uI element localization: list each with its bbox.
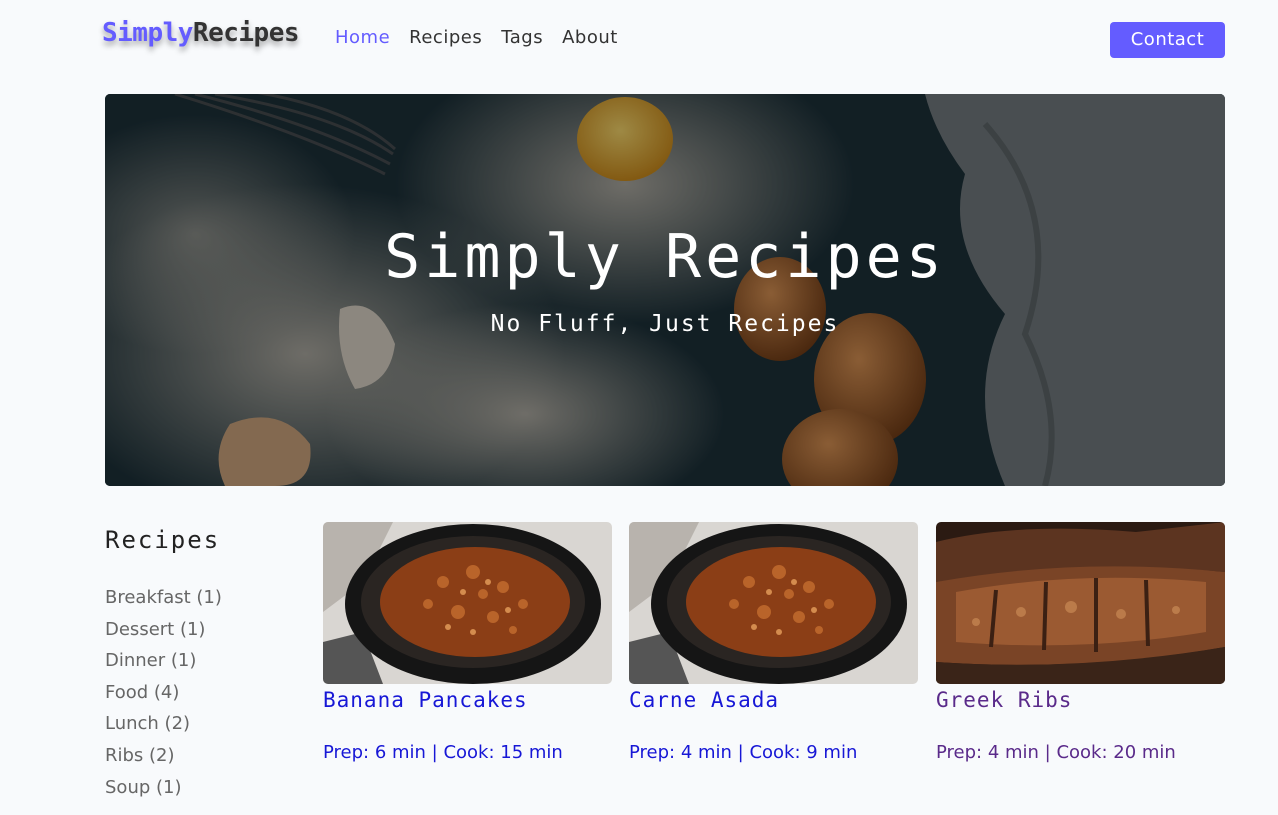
tag-link-ribs[interactable]: Ribs (2) [105,745,295,777]
tags-sidebar: Recipes Breakfast (1) Dessert (1) Dinner… [105,522,295,808]
recipe-title: Greek Ribs [936,688,1073,712]
recipe-image-pan [629,522,918,684]
site-logo[interactable]: SimplyRecipes [102,18,300,48]
contact-button[interactable]: Contact [1110,22,1225,58]
recipe-card-greek-ribs[interactable]: Greek Ribs Prep: 4 min | Cook: 20 min [936,522,1225,763]
tag-list: Breakfast (1) Dessert (1) Dinner (1) Foo… [105,587,295,808]
tag-link-dinner[interactable]: Dinner (1) [105,650,295,682]
logo-part-simply: Simply [102,18,193,48]
recipe-title: Banana Pancakes [323,688,528,712]
navbar: SimplyRecipes Home Recipes Tags About Co… [0,0,1278,78]
logo-part-recipes: Recipes [192,18,300,48]
recipe-card-carne-asada[interactable]: Carne Asada Prep: 4 min | Cook: 9 min [629,522,918,763]
nav-links: Home Recipes Tags About [335,27,618,48]
nav-link-about[interactable]: About [562,27,618,48]
hero-subtitle: No Fluff, Just Recipes [490,311,840,337]
tag-link-food[interactable]: Food (4) [105,682,295,714]
recipe-image-ribs [936,522,1225,684]
hero-banner: Simply Recipes No Fluff, Just Recipes [105,94,1225,486]
tag-link-lunch[interactable]: Lunch (2) [105,713,295,745]
hero-title: Simply Recipes [384,222,946,292]
nav-link-home[interactable]: Home [335,27,390,48]
recipe-time: Prep: 4 min | Cook: 9 min [629,742,858,763]
recipe-card-banana-pancakes[interactable]: Banana Pancakes Prep: 6 min | Cook: 15 m… [323,522,612,763]
tag-link-breakfast[interactable]: Breakfast (1) [105,587,295,619]
nav-link-tags[interactable]: Tags [501,27,543,48]
nav-link-recipes[interactable]: Recipes [409,27,482,48]
recipe-time: Prep: 4 min | Cook: 20 min [936,742,1176,763]
sidebar-title: Recipes [105,526,221,554]
hero-text: Simply Recipes No Fluff, Just Recipes [105,94,1225,486]
recipe-time: Prep: 6 min | Cook: 15 min [323,742,563,763]
recipe-image-pan [323,522,612,684]
tag-link-dessert[interactable]: Dessert (1) [105,619,295,651]
recipe-title: Carne Asada [629,688,780,712]
tag-link-soup[interactable]: Soup (1) [105,777,295,809]
